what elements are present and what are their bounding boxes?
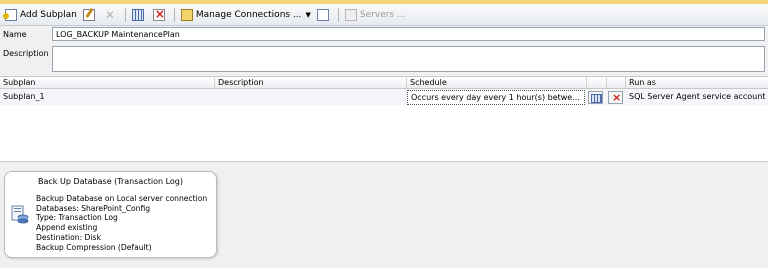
task-detail-line: Databases: SharePoint_Config	[36, 203, 151, 213]
column-header-run-as[interactable]: Run as	[626, 77, 768, 89]
add-subplan-button[interactable]: Add Subplan	[2, 6, 80, 24]
task-detail-line: Type: Transaction Log	[36, 213, 118, 223]
manage-connections-label: Manage Connections ...	[195, 9, 302, 20]
designer-surface[interactable]: Back Up Database (Transaction Log) Backu…	[0, 163, 768, 268]
toolbar-separator	[124, 7, 126, 22]
column-header-description[interactable]: Description	[215, 77, 407, 89]
task-detail-line: Append existing	[36, 223, 98, 233]
servers-label: Servers ...	[359, 9, 406, 20]
edit-schedule-button[interactable]	[588, 91, 603, 104]
backup-database-icon	[11, 205, 29, 224]
subplan-schedule-button[interactable]	[129, 6, 150, 24]
toolbar-separator	[173, 7, 175, 22]
grid-header: Subplan Description Schedule Run as	[0, 77, 768, 89]
name-field[interactable]: LOG_BACKUP MaintenancePlan	[52, 27, 765, 41]
remove-schedule-button[interactable]	[150, 6, 171, 24]
column-header-blank-1	[587, 77, 607, 89]
add-subplan-icon	[3, 8, 17, 21]
manage-connections-button[interactable]: Manage Connections ... ▼	[178, 6, 314, 24]
run-as-cell[interactable]: SQL Server Agent service account	[626, 89, 768, 105]
plan-properties-form: Name LOG_BACKUP MaintenancePlan Descript…	[0, 26, 768, 74]
description-label: Description	[3, 49, 49, 58]
reporting-logging-button[interactable]	[314, 6, 335, 24]
task-detail-line: Backup Database on Local server connecti…	[36, 194, 208, 203]
remove-schedule-icon	[152, 7, 165, 21]
delete-subplan-button[interactable]: ✕	[101, 6, 122, 24]
connections-icon	[180, 8, 193, 21]
calendar-icon	[131, 8, 144, 21]
backup-task-box[interactable]: Back Up Database (Transaction Log) Backu…	[4, 171, 217, 258]
task-detail-line: Destination: Disk	[36, 232, 101, 242]
chevron-down-icon[interactable]: ▼	[306, 11, 311, 19]
remove-schedule-row-button[interactable]	[608, 91, 623, 104]
servers-icon	[344, 8, 357, 21]
subplan-grid: Subplan Description Schedule Run as Subp…	[0, 76, 768, 162]
edit-subplan-button[interactable]	[80, 6, 101, 24]
column-header-schedule[interactable]: Schedule	[407, 77, 587, 89]
task-title: Back Up Database (Transaction Log)	[38, 177, 183, 186]
column-header-subplan[interactable]: Subplan	[0, 77, 215, 89]
toolbar: Add Subplan ✕ Manage Connections ... ▼ S…	[0, 4, 768, 26]
servers-button[interactable]: Servers ...	[342, 6, 409, 24]
toolbar-separator	[337, 7, 339, 22]
task-detail-line: Backup Compression (Default)	[36, 242, 152, 252]
report-icon	[316, 8, 329, 21]
column-header-blank-2	[607, 77, 626, 89]
subplan-name-cell[interactable]: Subplan_1	[0, 89, 215, 105]
add-subplan-label: Add Subplan	[20, 9, 77, 20]
description-field[interactable]	[52, 46, 765, 72]
table-row[interactable]: Subplan_1 Occurs every day every 1 hour(…	[0, 89, 768, 105]
name-label: Name	[3, 30, 27, 39]
edit-icon	[82, 8, 95, 21]
subplan-description-cell[interactable]	[215, 89, 407, 105]
task-details: Backup Database on Local server connecti…	[36, 194, 207, 252]
subplan-schedule-cell[interactable]: Occurs every day every 1 hour(s) betwe..…	[407, 90, 585, 105]
delete-icon: ✕	[104, 7, 115, 22]
